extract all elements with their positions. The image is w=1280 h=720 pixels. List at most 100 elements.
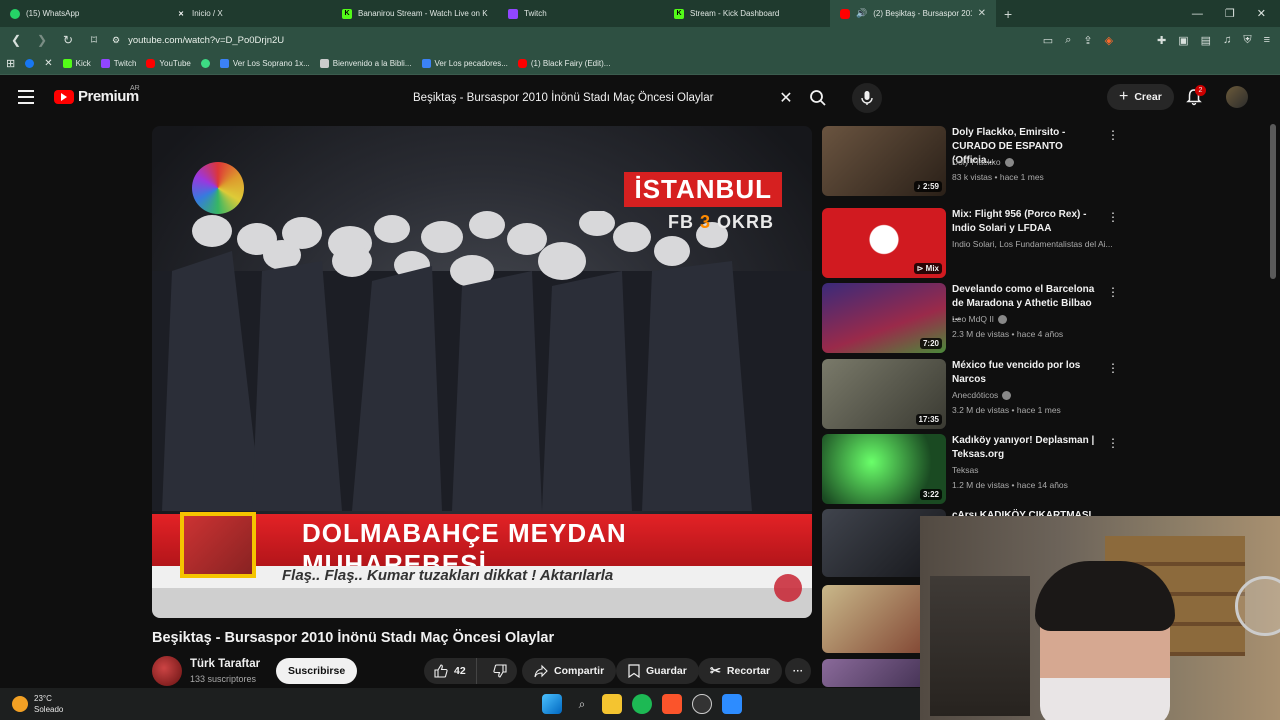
- close-tab-icon[interactable]: ✕: [978, 8, 986, 19]
- site-icon: [421, 59, 431, 68]
- video-thumbnail[interactable]: 17:35: [822, 359, 946, 429]
- recommendation-item[interactable]: ⊳ Mix Mix: Flight 956 (Porco Rex) - Indi…: [822, 208, 1122, 278]
- playlist-icon: ⊳: [916, 264, 926, 273]
- recommendation-meta: 2.3 M de vistas • hace 4 años: [952, 329, 1064, 339]
- menu-icon[interactable]: [18, 90, 34, 104]
- video-thumbnail[interactable]: ♪ 2:59: [822, 126, 946, 196]
- recommendation-title[interactable]: Kadıköy yanıyor! Deplasman | Teksas.org: [952, 434, 1102, 462]
- dislike-button[interactable]: [483, 658, 517, 684]
- bookmark-facebook[interactable]: [25, 59, 35, 68]
- overlay-city: İSTANBUL: [624, 172, 782, 207]
- spotify-icon[interactable]: [632, 694, 652, 714]
- search-input[interactable]: Beşiktaş - Bursaspor 2010 İnönü Stadı Ma…: [401, 92, 771, 104]
- subscribe-button[interactable]: Suscribirse: [276, 658, 358, 684]
- verified-icon: [1004, 157, 1014, 167]
- more-icon[interactable]: ⋮: [1107, 436, 1119, 450]
- forward-button[interactable]: ❯: [32, 30, 52, 50]
- channel-name[interactable]: Türk Taraftar: [190, 658, 260, 670]
- account-avatar[interactable]: [1226, 86, 1248, 108]
- close-window-button[interactable]: ✕: [1257, 7, 1266, 20]
- back-button[interactable]: ❮: [6, 30, 26, 50]
- youtube-logo[interactable]: Premium AR: [54, 85, 140, 105]
- clip-button[interactable]: ✂ Recortar: [698, 658, 783, 684]
- search-button[interactable]: [803, 83, 833, 113]
- recommendation-title[interactable]: México fue vencido por los Narcos: [952, 359, 1102, 387]
- webcam-overlay: [920, 516, 1280, 720]
- windows-start-icon[interactable]: [542, 694, 562, 714]
- bookmark-black-fairy[interactable]: (1) Black Fairy (Edit)...: [517, 59, 610, 68]
- brave-icon[interactable]: [662, 694, 682, 714]
- recommendation-title[interactable]: Mix: Flight 956 (Porco Rex) - Indio Sola…: [952, 208, 1102, 236]
- bookmark-soprano[interactable]: Ver Los Soprano 1x...: [219, 59, 310, 68]
- scrollbar[interactable]: [1270, 124, 1276, 279]
- brave-shield-icon[interactable]: ◈: [1105, 34, 1113, 47]
- bookmark-kick[interactable]: Kick: [62, 59, 91, 68]
- minimize-button[interactable]: —: [1192, 8, 1203, 20]
- url-field[interactable]: ⚙ youtube.com/watch?v=D_Po0Drjn2U: [112, 35, 284, 46]
- bookmark-youtube[interactable]: YouTube: [146, 59, 191, 68]
- zoom-app-icon[interactable]: [722, 694, 742, 714]
- recommendation-item[interactable]: 3:22 Kadıköy yanıyor! Deplasman | Teksas…: [822, 434, 1122, 504]
- voice-search-button[interactable]: [852, 83, 882, 113]
- recommendation-item[interactable]: 17:35 México fue vencido por los Narcos …: [822, 359, 1122, 429]
- bookmark-android[interactable]: [200, 59, 210, 68]
- browser-tabbar: (15) WhatsApp ✕ Inicio / X K Bananirou S…: [0, 0, 1280, 27]
- search-box[interactable]: Beşiktaş - Bursaspor 2010 İnönü Stadı Ma…: [401, 83, 801, 113]
- tab-kick-dashboard[interactable]: K Stream - Kick Dashboard: [664, 0, 830, 27]
- audio-icon[interactable]: 🔊: [856, 8, 867, 19]
- zoom-icon[interactable]: ⌕: [1065, 34, 1071, 47]
- x-icon: ✕: [178, 10, 184, 18]
- tab-youtube-active[interactable]: 🔊 (2) Beşiktaş - Bursaspor 2010 ✕: [830, 0, 996, 27]
- create-button[interactable]: + Crear: [1107, 84, 1174, 110]
- notifications-button[interactable]: 2: [1185, 85, 1206, 106]
- search-icon[interactable]: ⌕: [572, 694, 592, 714]
- subscriber-count: 133 suscriptores: [190, 674, 257, 684]
- more-icon[interactable]: ⋮: [1107, 285, 1119, 299]
- bookmark-twitch[interactable]: Twitch: [100, 59, 136, 68]
- bookmark-icon[interactable]: ⌑: [84, 30, 104, 50]
- new-tab-button[interactable]: +: [1004, 6, 1012, 22]
- extensions-icon[interactable]: ✚: [1157, 34, 1166, 47]
- channel-avatar[interactable]: [152, 656, 182, 686]
- media-icon[interactable]: ♫: [1223, 34, 1231, 46]
- share-icon[interactable]: ⇪: [1083, 34, 1092, 47]
- menu-icon[interactable]: ≡: [1264, 34, 1270, 46]
- recommendation-meta: 83 k vistas • hace 1 mes: [952, 172, 1044, 182]
- bookmark-pecadores[interactable]: Ver Los pecadores...: [421, 59, 508, 68]
- tab-kick-stream[interactable]: K Bananirou Stream - Watch Live on Ki: [332, 0, 498, 27]
- video-thumbnail[interactable]: ⊳ Mix: [822, 208, 946, 278]
- tab-x[interactable]: ✕ Inicio / X: [166, 0, 332, 27]
- cast-icon[interactable]: ▭: [1043, 34, 1053, 47]
- file-explorer-icon[interactable]: [602, 694, 622, 714]
- more-icon: ···: [792, 665, 804, 677]
- bookmark-x[interactable]: ✕: [44, 58, 52, 69]
- bookmark-biblioteca[interactable]: Bienvenido a la Bibli...: [319, 59, 412, 68]
- tab-whatsapp[interactable]: (15) WhatsApp: [0, 0, 166, 27]
- webcam-clothes: [930, 576, 1030, 716]
- video-thumbnail[interactable]: 3:22: [822, 434, 946, 504]
- weather-widget[interactable]: 23°C Soleado: [12, 693, 63, 715]
- youtube-header: Premium AR Beşiktaş - Bursaspor 2010 İnö…: [0, 76, 1280, 120]
- video-player[interactable]: İSTANBUL FB 3 OKRB DOLMABAHÇE MEYDAN MUH…: [152, 126, 812, 618]
- video-title: Beşiktaş - Bursaspor 2010 İnönü Stadı Ma…: [152, 630, 555, 646]
- more-icon[interactable]: ⋮: [1107, 210, 1119, 224]
- wallet-icon[interactable]: ▤: [1201, 34, 1211, 47]
- tab-twitch[interactable]: Twitch: [498, 0, 664, 27]
- share-button[interactable]: Compartir: [522, 658, 617, 684]
- more-actions-button[interactable]: ···: [785, 658, 811, 684]
- more-icon[interactable]: ⋮: [1107, 361, 1119, 375]
- recommendation-item[interactable]: 7:20 Develando como el Barcelona de Mara…: [822, 283, 1122, 353]
- sidebar-icon[interactable]: ▣: [1178, 34, 1188, 47]
- restore-button[interactable]: ❐: [1225, 7, 1235, 20]
- apps-grid-icon[interactable]: ⊞: [6, 57, 15, 70]
- recommendation-item[interactable]: ♪ 2:59 Doly Flackko, Emirsito - CURADO D…: [822, 126, 1122, 196]
- reload-button[interactable]: ↻: [58, 30, 78, 50]
- more-icon[interactable]: ⋮: [1107, 128, 1119, 142]
- like-button[interactable]: 42: [424, 658, 477, 684]
- site-info-icon[interactable]: ⚙: [112, 35, 120, 46]
- vpn-icon[interactable]: ⛨: [1243, 34, 1251, 47]
- obs-icon[interactable]: [692, 694, 712, 714]
- video-thumbnail[interactable]: 7:20: [822, 283, 946, 353]
- clear-search-icon[interactable]: ✕: [771, 88, 801, 108]
- save-button[interactable]: Guardar: [616, 658, 699, 684]
